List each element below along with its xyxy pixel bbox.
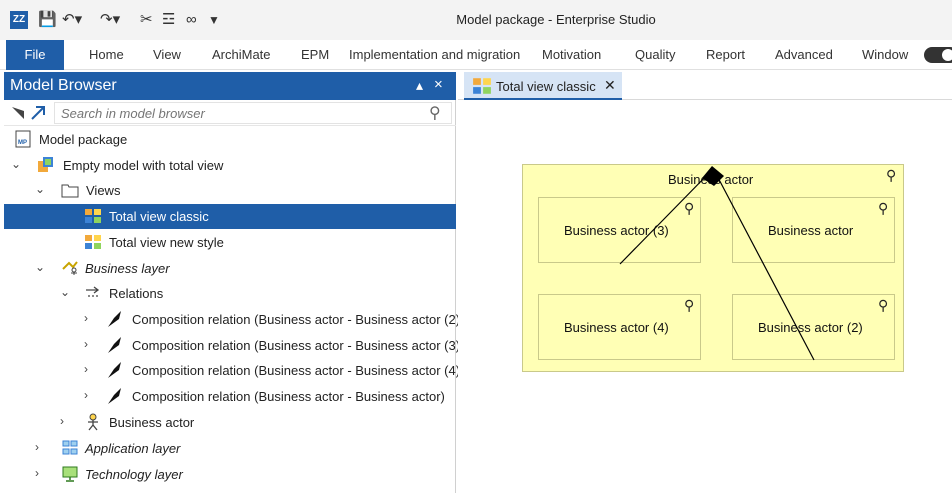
expand-arrow-icon[interactable] [30,105,48,121]
chevron-down-icon[interactable]: ⌄ [35,260,45,274]
model-browser-panel: Model Browser ▴ × ⚲ MP Model package ⌄ E… [4,72,464,493]
business-actor-icon [88,413,98,431]
tab-view[interactable]: View [153,40,181,70]
chevron-down-icon[interactable]: ⌄ [11,157,21,171]
tab-motivation[interactable]: Motivation [542,40,601,70]
composition-line [713,169,815,361]
tree-item-application-layer[interactable]: › Application layer [4,436,456,461]
model-package-icon: MP [15,130,31,148]
document-tab-strip: Total view classic ✕ [458,72,952,100]
title-bar: ZZ 💾 ↶▾ ↷▾ ✂ ☲ ∞ ▼ Model package - Enter… [0,0,952,40]
tree-item-model-package[interactable]: MP Model package [4,127,456,152]
collapse-arrow-icon[interactable] [10,105,28,121]
tree-item-label: Composition relation (Business actor - B… [132,363,465,378]
relations-icon [86,286,100,297]
tab-epm[interactable]: EPM [301,40,329,70]
chevron-right-icon[interactable]: › [84,388,88,402]
tree-item-business-actor[interactable]: › Business actor [4,410,456,435]
tab-file[interactable]: File [6,40,64,70]
tree-item-composition-relation[interactable]: › Composition relation (Business actor -… [4,307,464,332]
tab-report[interactable]: Report [706,40,745,70]
tree-item-total-view-classic[interactable]: Total view classic [4,204,456,229]
theme-toggle[interactable] [924,47,952,63]
chevron-right-icon[interactable]: › [60,414,64,428]
ribbon-tabs: File Home View ArchiMate EPM Implementat… [0,40,952,70]
tree-item-label: Total view new style [109,235,224,250]
tree-item-views[interactable]: ⌄ Views [4,178,456,203]
chevron-right-icon[interactable]: › [84,362,88,376]
technology-layer-icon [62,466,78,482]
tree-item-label: Views [86,183,121,198]
tree-item-label: Relations [109,286,164,301]
tree-item-label: Composition relation (Business actor - B… [132,312,465,327]
tab-home[interactable]: Home [89,40,124,70]
model-icon [38,157,53,172]
search-input[interactable] [61,106,421,121]
tree-item-business-layer[interactable]: ⌄ Business layer [4,256,456,281]
tree-item-label: Business actor [109,415,195,430]
search-box[interactable]: ⚲ [54,102,452,124]
tree-item-label: Business layer [85,261,170,276]
composition-relation-icon [108,362,121,378]
tree-item-relations[interactable]: ⌄ Relations [4,281,456,306]
tree-item-label: Technology layer [85,467,183,482]
tree-item-label: Composition relation (Business actor - B… [132,338,465,353]
composition-line [619,169,713,265]
tree-item-empty-model[interactable]: ⌄ Empty model with total view [4,153,456,178]
view-icon [85,235,101,249]
chevron-right-icon[interactable]: › [84,337,88,351]
window-title: Model package - Enterprise Studio [456,12,656,27]
chevron-down-icon[interactable]: ⌄ [60,285,70,299]
tree-item-label: Composition relation (Business actor - B… [132,389,445,404]
composition-relation-icon [108,337,121,353]
tab-total-view-classic[interactable]: Total view classic ✕ [464,72,622,100]
tree-item-total-view-new-style[interactable]: Total view new style [4,230,456,255]
model-browser-toolbar: ⚲ [4,100,456,126]
chevron-right-icon[interactable]: › [35,466,39,480]
diagram-canvas[interactable]: Business actor ⚲ Business actor (3) ⚲ Bu… [458,100,952,493]
tree-item-composition-relation[interactable]: › Composition relation (Business actor -… [4,333,464,358]
pin-icon[interactable]: ▴ [416,77,423,94]
view-icon [85,209,101,223]
view-icon [473,78,491,94]
business-layer-icon [62,261,78,275]
tree-item-composition-relation[interactable]: › Composition relation (Business actor -… [4,384,456,409]
folder-icon [61,184,79,198]
tab-implementation-and-migration[interactable]: Implementation and migration [349,40,520,70]
tab-archimate[interactable]: ArchiMate [212,40,271,70]
relation-lines [619,166,815,361]
composition-relation-icon [108,388,121,404]
tab-label: Total view classic [496,79,596,94]
tree-item-label: Model package [39,132,128,147]
chevron-right-icon[interactable]: › [84,311,88,325]
svg-text:MP: MP [18,140,27,146]
tab-quality[interactable]: Quality [635,40,675,70]
tree-item-label: Total view classic [109,209,209,224]
composition-relation-icon [108,311,121,327]
chevron-right-icon[interactable]: › [35,440,39,454]
application-layer-icon [62,440,78,455]
tab-window[interactable]: Window [862,40,908,70]
model-browser-title: Model Browser [10,77,117,94]
close-tab-button[interactable]: ✕ [604,77,616,94]
tree-item-label: Empty model with total view [63,158,224,173]
search-icon[interactable]: ⚲ [429,103,441,123]
tree-item-technology-layer[interactable]: › Technology layer [4,462,456,487]
tree-item-composition-relation[interactable]: › Composition relation (Business actor -… [4,358,464,383]
tab-advanced[interactable]: Advanced [775,40,833,70]
model-browser-header: Model Browser ▴ × [4,72,456,100]
tree-item-label: Application layer [85,441,181,456]
close-panel-button[interactable]: × [434,76,443,93]
chevron-down-icon[interactable]: ⌄ [35,182,45,196]
